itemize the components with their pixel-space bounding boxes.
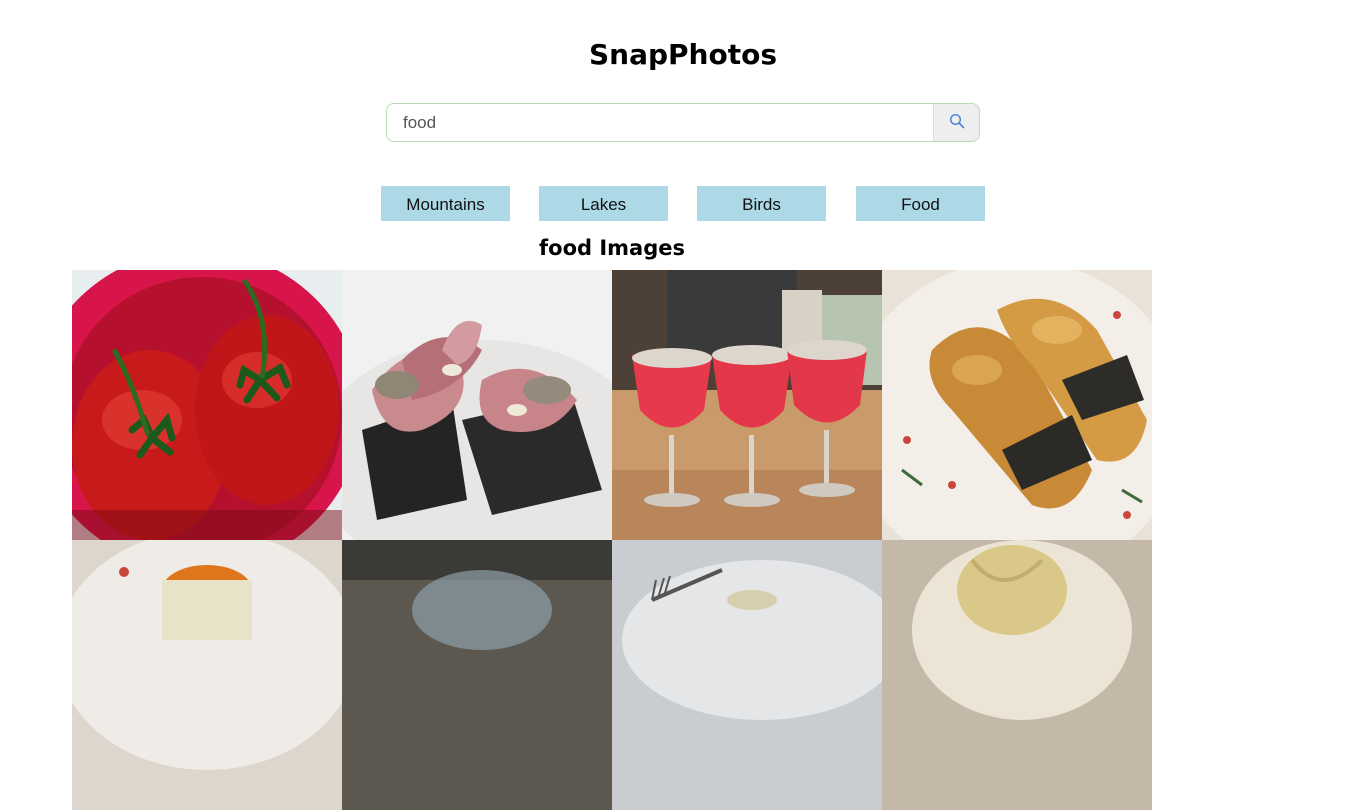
photo-seaweed-rolls[interactable] [882, 270, 1152, 540]
image-gallery [72, 270, 1152, 810]
photo-tomatoes[interactable] [72, 270, 342, 540]
category-button-mountains[interactable]: Mountains [381, 186, 510, 221]
photo-noodle-bowl[interactable] [882, 540, 1152, 810]
app-title: SnapPhotos [588, 38, 777, 71]
search-button[interactable] [933, 104, 979, 141]
category-button-birds[interactable]: Birds [697, 186, 826, 221]
photo-red-drinks[interactable] [612, 270, 882, 540]
category-buttons: Mountains Lakes Birds Food [381, 186, 985, 221]
photo-roe-dish[interactable] [72, 540, 342, 810]
search-form [386, 103, 980, 142]
photo-cured-meat[interactable] [342, 270, 612, 540]
results-title: food Images [539, 236, 685, 260]
photo-plated-dish[interactable] [342, 540, 612, 810]
photo-fork-plate[interactable] [612, 540, 882, 810]
search-icon [949, 113, 965, 132]
category-button-lakes[interactable]: Lakes [539, 186, 668, 221]
search-input[interactable] [387, 104, 933, 141]
category-button-food[interactable]: Food [856, 186, 985, 221]
